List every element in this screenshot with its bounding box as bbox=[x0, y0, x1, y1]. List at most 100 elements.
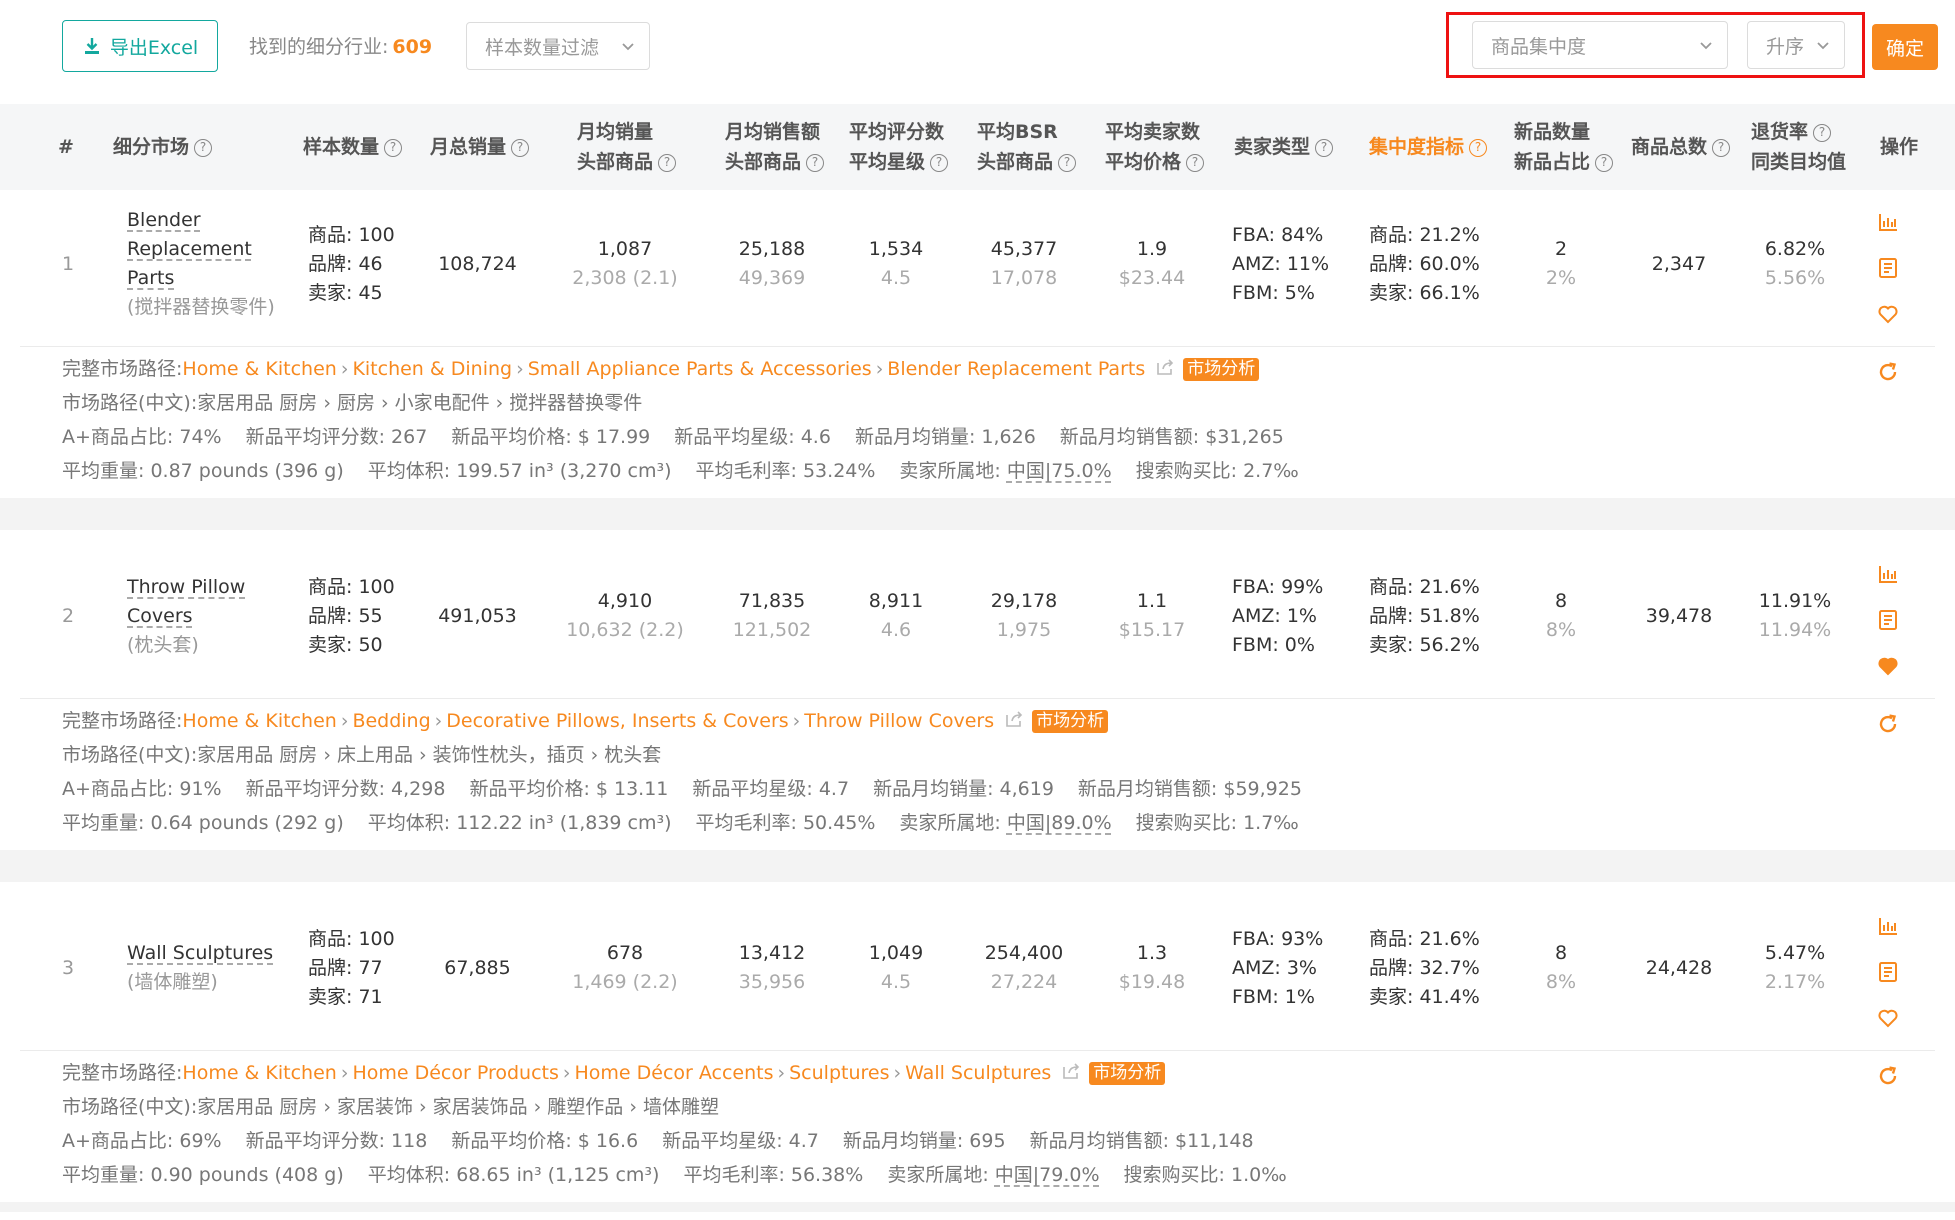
col-avg-sales[interactable]: 月均销量 头部商品? bbox=[577, 104, 677, 190]
market-path-link[interactable]: Throw Pillow Covers bbox=[804, 710, 994, 732]
col-operations: 操作 bbox=[1880, 104, 1918, 190]
col-bsr[interactable]: 平均BSR 头部商品? bbox=[977, 104, 1077, 190]
seller-type-line: AMZ: 1% bbox=[1232, 605, 1317, 627]
return-rate-cell: 11.91% 11.94% bbox=[1750, 587, 1840, 645]
avg-volume: 平均体积: 112.22 in³ (1,839 cm³) bbox=[367, 812, 672, 834]
market-path-link[interactable]: Home Décor Products bbox=[352, 1062, 558, 1084]
market-name-cell[interactable]: Wall Sculptures (墙体雕塑) bbox=[127, 939, 273, 997]
confirm-button[interactable]: 确定 bbox=[1872, 24, 1938, 70]
market-name-line[interactable]: Throw Pillow bbox=[127, 573, 245, 602]
help-icon[interactable]: ? bbox=[930, 154, 949, 172]
market-analysis-tag[interactable]: 市场分析 bbox=[1089, 1062, 1166, 1085]
col-return-rate[interactable]: 退货率? 同类目均值 bbox=[1751, 104, 1846, 190]
help-icon[interactable]: ? bbox=[1186, 154, 1205, 172]
help-icon[interactable]: ? bbox=[194, 139, 213, 157]
market-path-link[interactable]: Wall Sculptures bbox=[905, 1062, 1051, 1084]
col-total[interactable]: 商品总数? bbox=[1631, 104, 1731, 190]
col-new-products[interactable]: 新品数量 新品占比? bbox=[1514, 104, 1614, 190]
return-value: 6.82% bbox=[1764, 238, 1826, 260]
refresh-icon[interactable] bbox=[1876, 1064, 1900, 1088]
search-purchase-ratio: 搜索购买比: 1.7‰ bbox=[1135, 812, 1299, 834]
help-icon[interactable]: ? bbox=[806, 154, 825, 172]
concentration-line: 卖家: 66.1% bbox=[1369, 282, 1480, 304]
market-name-text[interactable]: Throw Pillow bbox=[127, 576, 245, 598]
document-icon[interactable] bbox=[1876, 960, 1900, 984]
market-path-link[interactable]: Home & Kitchen bbox=[182, 358, 336, 380]
col-market[interactable]: 细分市场? bbox=[113, 104, 213, 190]
bar-chart-icon[interactable] bbox=[1876, 210, 1900, 234]
market-name-line[interactable]: Covers bbox=[127, 602, 245, 631]
col-concentration[interactable]: 集中度指标? bbox=[1369, 104, 1488, 190]
market-name-line[interactable]: Blender bbox=[127, 206, 275, 235]
market-name-cell[interactable]: Blender Replacement Parts (搅拌器替换零件) bbox=[127, 206, 275, 322]
help-icon[interactable]: ? bbox=[658, 154, 677, 172]
document-icon[interactable] bbox=[1876, 256, 1900, 280]
stat-item: 新品平均星级: 4.6 bbox=[674, 426, 831, 448]
heart-icon[interactable] bbox=[1876, 302, 1900, 326]
col-sellers-sublabel: 平均价格 bbox=[1105, 151, 1182, 173]
heart-icon[interactable] bbox=[1876, 654, 1900, 678]
market-name-text[interactable]: Replacement bbox=[127, 238, 252, 260]
help-icon[interactable]: ? bbox=[511, 139, 530, 157]
market-name-text[interactable]: Covers bbox=[127, 605, 193, 627]
sort-order-select[interactable]: 升序 bbox=[1747, 21, 1845, 69]
bar-chart-icon[interactable] bbox=[1876, 562, 1900, 586]
market-path-link[interactable]: Home Décor Accents bbox=[574, 1062, 773, 1084]
col-monthly-sales[interactable]: 月总销量? bbox=[430, 104, 530, 190]
market-name-text[interactable]: Blender bbox=[127, 209, 201, 231]
market-name-cell[interactable]: Throw Pillow Covers (枕头套) bbox=[127, 573, 245, 660]
market-path-link[interactable]: Home & Kitchen bbox=[182, 1062, 336, 1084]
export-excel-button[interactable]: 导出Excel bbox=[62, 20, 218, 72]
help-icon[interactable]: ? bbox=[1315, 139, 1334, 157]
market-path-link[interactable]: Kitchen & Dining bbox=[352, 358, 512, 380]
market-path-label: 完整市场路径: bbox=[62, 1062, 183, 1084]
heart-icon[interactable] bbox=[1876, 1006, 1900, 1030]
share-icon[interactable] bbox=[1061, 1061, 1081, 1081]
market-detail: 完整市场路径:Home & Kitchen › Home Décor Product… bbox=[62, 1056, 1287, 1192]
market-name-text[interactable]: Parts bbox=[127, 267, 174, 289]
col-avg-revenue[interactable]: 月均销售额 头部商品? bbox=[725, 104, 825, 190]
market-path-link[interactable]: Small Appliance Parts & Accessories bbox=[528, 358, 872, 380]
sample-filter-placeholder: 样本数量过滤 bbox=[485, 36, 600, 59]
help-icon[interactable]: ? bbox=[1712, 139, 1731, 157]
market-name-line[interactable]: Parts bbox=[127, 264, 275, 293]
help-icon[interactable]: ? bbox=[1058, 154, 1077, 172]
path-separator: › bbox=[434, 710, 443, 732]
share-icon[interactable] bbox=[1155, 357, 1175, 377]
sort-metric-select[interactable]: 商品集中度 bbox=[1472, 21, 1728, 69]
seller-location[interactable]: 中国|79.0% bbox=[995, 1164, 1100, 1186]
seller-location[interactable]: 中国|75.0% bbox=[1007, 460, 1112, 482]
market-path-link[interactable]: Bedding bbox=[352, 710, 430, 732]
market-path-link[interactable]: Decorative Pillows, Inserts & Covers bbox=[446, 710, 788, 732]
bar-chart-icon[interactable] bbox=[1876, 914, 1900, 938]
seller-location[interactable]: 中国|89.0% bbox=[1007, 812, 1112, 834]
refresh-icon[interactable] bbox=[1876, 712, 1900, 736]
col-sellers[interactable]: 平均卖家数 平均价格? bbox=[1105, 104, 1205, 190]
help-icon[interactable]: ? bbox=[384, 139, 403, 157]
col-seller-type[interactable]: 卖家类型? bbox=[1234, 104, 1334, 190]
col-rating[interactable]: 平均评分数 平均星级? bbox=[849, 104, 949, 190]
return-sub: 11.94% bbox=[1758, 619, 1832, 641]
market-path-link[interactable]: Sculptures bbox=[789, 1062, 889, 1084]
market-name-line[interactable]: Wall Sculptures bbox=[127, 939, 273, 968]
sample-filter-select[interactable]: 样本数量过滤 bbox=[466, 22, 650, 70]
help-icon[interactable]: ? bbox=[1813, 124, 1832, 142]
stat-item: 新品月均销售额: $11,148 bbox=[1029, 1130, 1254, 1152]
market-analysis-tag[interactable]: 市场分析 bbox=[1183, 358, 1260, 381]
market-name-text[interactable]: Wall Sculptures bbox=[127, 942, 273, 964]
refresh-icon[interactable] bbox=[1876, 360, 1900, 384]
help-icon[interactable]: ? bbox=[1469, 139, 1488, 157]
search-purchase-ratio: 搜索购买比: 1.0‰ bbox=[1123, 1164, 1287, 1186]
help-icon[interactable]: ? bbox=[1595, 154, 1614, 172]
col-sample[interactable]: 样本数量? bbox=[303, 104, 403, 190]
monthly-sales-cell: 108,724 bbox=[438, 253, 517, 275]
document-icon[interactable] bbox=[1876, 608, 1900, 632]
share-icon[interactable] bbox=[1004, 709, 1024, 729]
market-path-link[interactable]: Home & Kitchen bbox=[182, 710, 336, 732]
market-name-line[interactable]: Replacement bbox=[127, 235, 275, 264]
row-separator bbox=[0, 498, 1955, 530]
market-path-link[interactable]: Blender Replacement Parts bbox=[887, 358, 1145, 380]
seller-type-cell: FBA: 93% AMZ: 3% FBM: 1% bbox=[1232, 925, 1323, 1012]
market-analysis-tag[interactable]: 市场分析 bbox=[1032, 710, 1109, 733]
sellers-price-cell: 1.9 $23.44 bbox=[1102, 235, 1202, 293]
